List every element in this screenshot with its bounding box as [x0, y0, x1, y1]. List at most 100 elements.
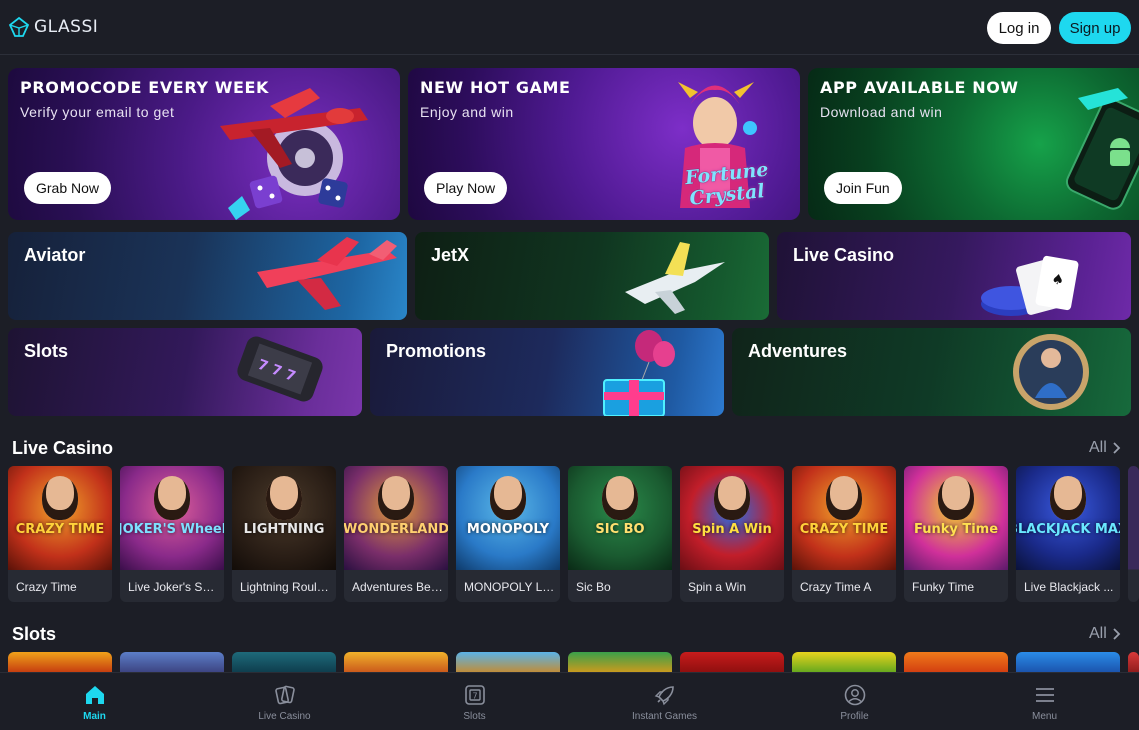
- user-icon: [844, 684, 865, 706]
- nav-label: Main: [83, 711, 106, 722]
- dealer-avatar: [266, 476, 302, 520]
- game-title: Crazy Time A: [800, 580, 872, 594]
- bottom-navigation: Main Live Casino 7 Slots Instant Games P…: [0, 672, 1139, 730]
- live-casino-game-card[interactable]: LIGHTNING Lightning Roule...: [232, 466, 336, 602]
- game-logo-text: WONDERLAND: [344, 522, 448, 537]
- game-title: Crazy Time: [16, 580, 77, 594]
- category-tile-adventures[interactable]: Adventures: [732, 328, 1131, 416]
- all-label: All: [1089, 625, 1107, 642]
- host-wheel-icon: [1013, 334, 1089, 410]
- game-title: Lightning Roule...: [240, 580, 332, 594]
- promo-banner-new-hot-game[interactable]: NEW HOT GAME Enjoy and win Fortune Cryst…: [408, 68, 800, 220]
- promo-banner-app-available[interactable]: APP AVAILABLE NOW Download and win Join …: [808, 68, 1139, 220]
- red-plane-icon: [257, 237, 397, 310]
- slot-thumbnail[interactable]: [1128, 652, 1139, 674]
- dealer-avatar: [938, 476, 974, 520]
- game-logo-text: MONOPOLY: [466, 522, 550, 537]
- game-thumbnail: BLACKJACK MAX: [1016, 466, 1120, 570]
- game-thumbnail: SIC BO: [568, 466, 672, 570]
- dealer-avatar: [154, 476, 190, 520]
- logo-icon: [8, 16, 30, 37]
- slot-thumbnail[interactable]: [232, 652, 336, 674]
- slot-thumbnail[interactable]: [120, 652, 224, 674]
- home-icon: [85, 686, 104, 704]
- game-title: MONOPOLY Live: [464, 580, 556, 594]
- live-casino-game-card[interactable]: WONDERLAND Adventures Bey...: [344, 466, 448, 602]
- live-casino-section-title: Live Casino: [12, 438, 114, 458]
- nav-label: Profile: [840, 711, 869, 722]
- rocket-icon: [654, 686, 674, 706]
- dealer-avatar: [378, 476, 414, 520]
- live-casino-game-card[interactable]: BLACKJACK MAX Live Blackjack ...: [1016, 466, 1120, 602]
- slot-thumbnail[interactable]: [792, 652, 896, 674]
- nav-instant-games[interactable]: Instant Games: [570, 673, 759, 730]
- chevron-right-icon: [1113, 442, 1121, 454]
- live-casino-game-card-partial[interactable]: [1128, 466, 1139, 602]
- promo-subtitle: Download and win: [820, 104, 943, 120]
- slot-thumbnail[interactable]: [1016, 652, 1120, 674]
- category-tile-live-casino[interactable]: Live Casino ♠: [777, 232, 1131, 320]
- dealer-avatar: [602, 476, 638, 520]
- nav-profile[interactable]: Profile: [760, 673, 949, 730]
- category-tile-aviator[interactable]: Aviator: [8, 232, 407, 320]
- slot-thumbnail[interactable]: [680, 652, 784, 674]
- top-header: GLASSI Log in Sign up: [0, 0, 1139, 55]
- nav-label: Live Casino: [258, 711, 311, 722]
- promo-subtitle: Enjoy and win: [420, 104, 514, 120]
- logo-text: GLASSI: [34, 17, 99, 37]
- category-tile-jetx[interactable]: JetX: [415, 232, 769, 320]
- game-title: Funky Time: [912, 580, 975, 594]
- live-casino-game-card[interactable]: Spin A Win Spin a Win: [680, 466, 784, 602]
- logo[interactable]: GLASSI: [8, 15, 98, 39]
- game-logo-text: Spin A Win: [692, 522, 772, 537]
- nav-label: Instant Games: [631, 711, 698, 722]
- game-title: Sic Bo: [576, 580, 611, 594]
- join-fun-button[interactable]: Join Fun: [824, 172, 902, 204]
- signup-button[interactable]: Sign up: [1059, 12, 1131, 44]
- game-logo-text: LIGHTNING: [243, 522, 325, 537]
- grab-now-button[interactable]: Grab Now: [24, 172, 112, 204]
- promo-banner-promocode[interactable]: PROMOCODE EVERY WEEK Verify your email t…: [8, 68, 400, 220]
- category-tile-slots[interactable]: Slots 7 7 7: [8, 328, 362, 416]
- live-casino-game-card[interactable]: Funky Time Funky Time: [904, 466, 1008, 602]
- live-casino-all-link[interactable]: All: [1089, 439, 1121, 457]
- slot-reel-icon: 7 7 7: [237, 336, 323, 402]
- slot-thumbnail[interactable]: [8, 652, 112, 674]
- hamburger-menu-icon: [1035, 688, 1054, 702]
- dealer-avatar: [42, 476, 78, 520]
- nav-live-casino[interactable]: Live Casino: [190, 673, 379, 730]
- category-label: Live Casino: [793, 245, 895, 265]
- dealer-avatar: [714, 476, 750, 520]
- nav-main[interactable]: Main: [0, 673, 189, 730]
- cards-chips-icon: ♠: [981, 255, 1079, 316]
- live-casino-game-card[interactable]: SIC BO Sic Bo: [568, 466, 672, 602]
- promo-title: NEW HOT GAME: [420, 78, 571, 97]
- live-casino-game-card[interactable]: MONOPOLY MONOPOLY Live: [456, 466, 560, 602]
- slot-thumbnail[interactable]: [344, 652, 448, 674]
- play-now-button[interactable]: Play Now: [424, 172, 508, 204]
- live-casino-game-card[interactable]: CRAZY TIME Crazy Time A: [792, 466, 896, 602]
- slot-thumbnail[interactable]: [568, 652, 672, 674]
- slots-section-title: Slots: [12, 624, 57, 644]
- promo-title: APP AVAILABLE NOW: [820, 78, 1019, 97]
- game-thumbnail: JOKER'S Wheel: [120, 466, 224, 570]
- game-thumbnail: LIGHTNING: [232, 466, 336, 570]
- category-tile-promotions[interactable]: Promotions: [370, 328, 724, 416]
- game-thumbnail: Funky Time: [904, 466, 1008, 570]
- slot-thumbnail[interactable]: [456, 652, 560, 674]
- nav-label: Slots: [463, 711, 486, 722]
- game-thumbnail: MONOPOLY: [456, 466, 560, 570]
- nav-menu[interactable]: Menu: [950, 673, 1139, 730]
- chevron-right-icon: [1113, 628, 1121, 640]
- live-casino-game-card[interactable]: CRAZY TIME Crazy Time: [8, 466, 112, 602]
- nav-label: Menu: [1031, 711, 1057, 722]
- game-thumbnail: CRAZY TIME: [792, 466, 896, 570]
- slot-thumbnail[interactable]: [904, 652, 1008, 674]
- nav-slots[interactable]: 7 Slots: [380, 673, 569, 730]
- game-title: Adventures Bey...: [352, 580, 444, 594]
- slots-all-link[interactable]: All: [1089, 625, 1121, 643]
- live-casino-game-card[interactable]: JOKER'S Wheel Live Joker's Show: [120, 466, 224, 602]
- slot-machine-icon: 7: [464, 685, 485, 705]
- game-logo-text: Funky Time: [913, 522, 999, 537]
- login-button[interactable]: Log in: [987, 12, 1051, 44]
